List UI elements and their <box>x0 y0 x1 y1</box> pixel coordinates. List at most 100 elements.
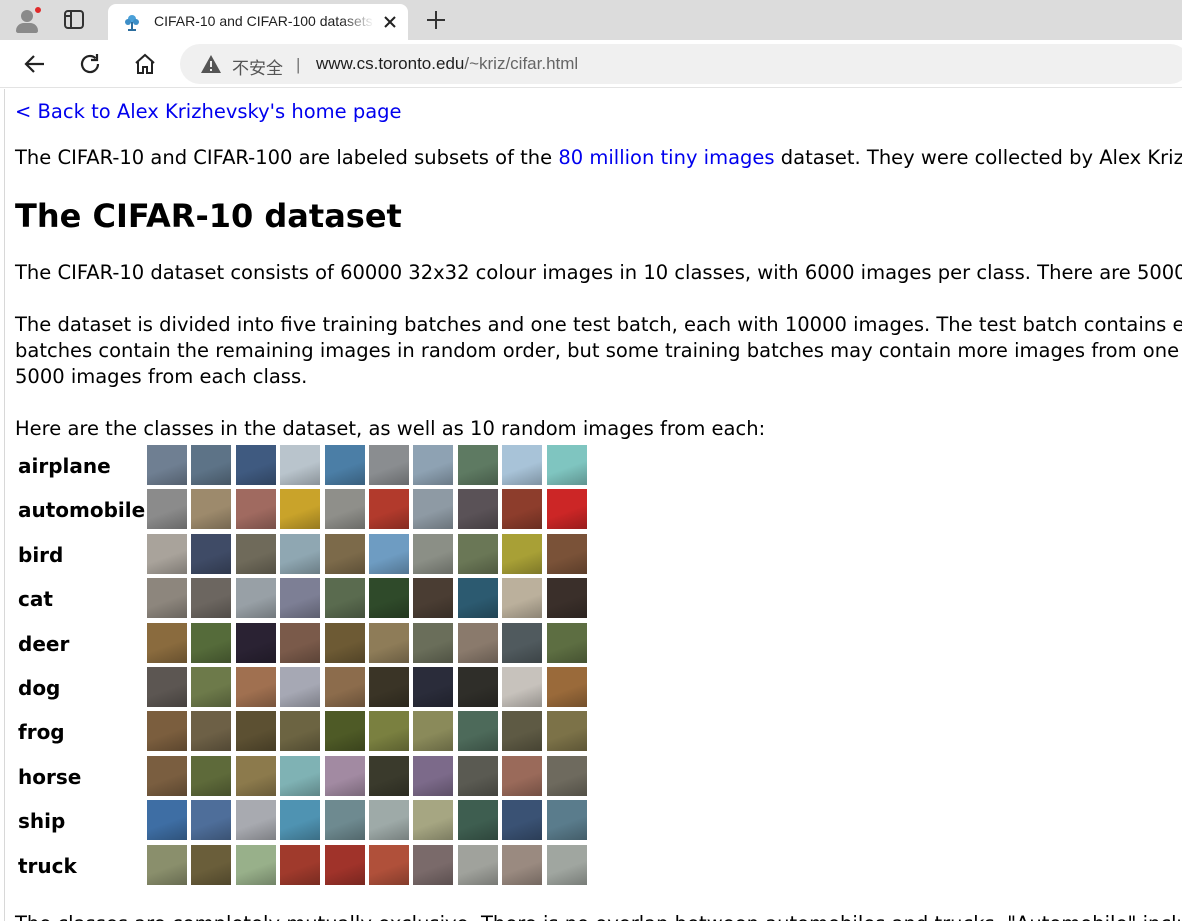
class-row: horse <box>15 755 595 800</box>
sample-image <box>280 622 321 663</box>
sample-image <box>280 844 321 885</box>
sample-image <box>369 755 409 796</box>
sample-image <box>413 445 454 485</box>
sample-image <box>546 800 587 841</box>
tab-title: CIFAR-10 and CIFAR-100 datasets <box>154 13 373 29</box>
sample-image <box>502 578 543 619</box>
sample-image <box>457 844 498 885</box>
sample-image <box>147 755 187 796</box>
sample-image <box>369 800 409 841</box>
sample-image <box>280 489 321 530</box>
sample-image <box>280 667 321 707</box>
url-host: www.cs.toronto.edu <box>316 54 465 73</box>
sample-image <box>324 755 365 796</box>
sample-image <box>147 844 187 885</box>
class-label: cat <box>18 587 53 612</box>
home-icon[interactable] <box>133 52 157 76</box>
page-content: < Back to Alex Krizhevsky's home page Th… <box>0 89 1182 921</box>
new-tab-icon[interactable] <box>424 8 448 32</box>
class-row: cat <box>15 578 595 622</box>
warning-icon[interactable] <box>200 53 222 75</box>
sample-image <box>147 533 187 574</box>
classes-intro: Here are the classes in the dataset, as … <box>15 417 766 440</box>
sample-image <box>191 445 232 485</box>
description-paragraph: The CIFAR-10 dataset consists of 60000 3… <box>15 261 1182 284</box>
class-row: automobile <box>15 489 595 533</box>
url-text[interactable]: www.cs.toronto.edu/~kriz/cifar.html <box>316 54 578 74</box>
sample-image <box>324 844 365 885</box>
address-bar[interactable]: 不安全 | www.cs.toronto.edu/~kriz/cifar.htm… <box>180 44 1182 84</box>
sample-image <box>369 711 409 752</box>
sample-image <box>546 711 587 752</box>
sample-image <box>147 711 187 752</box>
batches-line-1: The dataset is divided into five trainin… <box>15 313 1182 336</box>
sample-image <box>235 844 276 885</box>
sample-image <box>191 578 232 619</box>
active-tab[interactable]: CIFAR-10 and CIFAR-100 datasets <box>108 4 408 40</box>
sample-image <box>502 844 543 885</box>
sample-image <box>546 622 587 663</box>
sample-image <box>324 622 365 663</box>
tab-actions-icon[interactable] <box>62 9 86 31</box>
sample-image <box>457 800 498 841</box>
sample-image <box>147 445 187 485</box>
tiny-images-link[interactable]: 80 million tiny images <box>558 146 774 169</box>
sample-image <box>413 755 454 796</box>
sample-image <box>235 489 276 530</box>
sample-image <box>147 800 187 841</box>
class-label: horse <box>18 764 82 789</box>
sample-image <box>457 622 498 663</box>
close-tab-icon[interactable] <box>380 12 400 32</box>
sample-image <box>502 489 543 530</box>
class-row: ship <box>15 800 595 844</box>
sample-image <box>147 622 187 663</box>
class-label: automobile <box>18 498 146 523</box>
sample-image <box>369 844 409 885</box>
sample-image <box>457 711 498 752</box>
sample-image <box>191 800 232 841</box>
sample-image <box>235 711 276 752</box>
sample-image <box>235 622 276 663</box>
sample-image <box>546 445 587 485</box>
sample-image <box>324 533 365 574</box>
sample-image <box>324 667 365 707</box>
sample-image <box>324 578 365 619</box>
sample-image <box>546 578 587 619</box>
sample-image <box>413 578 454 619</box>
sample-image <box>191 533 232 574</box>
class-label: ship <box>18 809 66 834</box>
sample-image <box>546 533 587 574</box>
profile-avatar-icon[interactable] <box>12 5 42 35</box>
class-label: deer <box>18 631 70 656</box>
favicon-icon <box>123 13 141 31</box>
sample-image <box>502 622 543 663</box>
sample-image <box>369 445 409 485</box>
class-row: dog <box>15 667 595 711</box>
sample-image <box>457 533 498 574</box>
sample-image <box>280 533 321 574</box>
class-row: bird <box>15 533 595 578</box>
sample-image <box>235 533 276 574</box>
sample-image <box>280 755 321 796</box>
class-label: frog <box>18 720 65 745</box>
sample-image <box>457 445 498 485</box>
sample-image <box>191 844 232 885</box>
sample-image <box>191 711 232 752</box>
sample-image <box>280 445 321 485</box>
sample-image <box>413 489 454 530</box>
sample-image <box>413 844 454 885</box>
sample-image <box>324 800 365 841</box>
intro-paragraph: The CIFAR-10 and CIFAR-100 are labeled s… <box>15 145 1182 171</box>
class-label: truck <box>18 853 77 878</box>
back-arrow-icon[interactable] <box>23 52 47 76</box>
class-label: dog <box>18 676 61 700</box>
back-to-home-link[interactable]: < Back to Alex Krizhevsky's home page <box>15 99 402 125</box>
sample-image <box>502 755 543 796</box>
notification-dot <box>34 6 42 14</box>
security-status[interactable]: 不安全 <box>232 54 283 79</box>
intro-prefix: The CIFAR-10 and CIFAR-100 are labeled s… <box>15 146 559 169</box>
reload-icon[interactable] <box>78 52 102 76</box>
sample-image <box>546 667 587 707</box>
sample-image <box>324 489 365 530</box>
class-row: airplane <box>15 445 595 489</box>
